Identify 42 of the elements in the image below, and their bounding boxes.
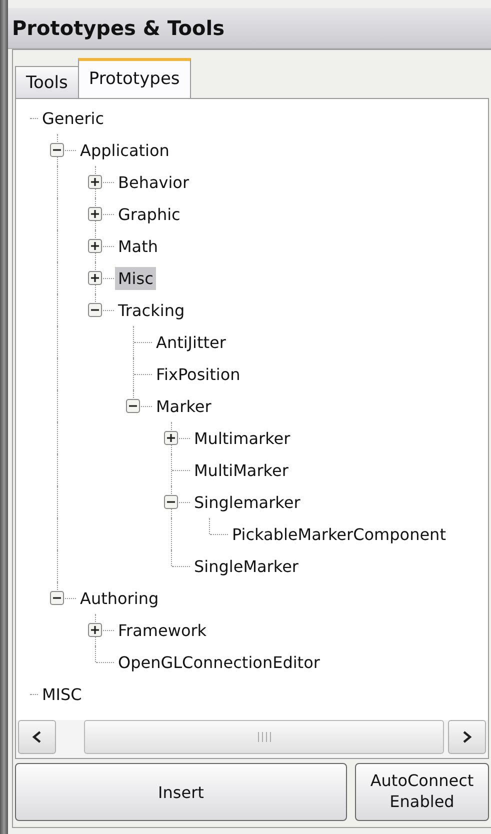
collapse-icon[interactable] — [164, 495, 178, 509]
tree-connector-line — [30, 118, 38, 119]
expand-icon[interactable] — [88, 623, 102, 637]
tree-item[interactable]: Math — [115, 234, 162, 258]
tree-item[interactable]: Tracking — [115, 298, 188, 322]
expand-icon[interactable] — [88, 271, 102, 285]
tab[interactable]: Tools — [15, 66, 79, 98]
tab[interactable]: Prototypes — [78, 58, 191, 98]
tree-item[interactable]: FixPosition — [153, 362, 244, 386]
tree-item[interactable]: AntiJitter — [153, 330, 229, 354]
tree-item[interactable]: Multimarker — [191, 426, 294, 450]
grip-icon — [256, 732, 272, 742]
collapse-icon[interactable] — [50, 143, 64, 157]
tree-item[interactable]: OpenGLConnectionEditor — [115, 650, 323, 674]
scroll-left-button[interactable] — [18, 720, 56, 754]
tree-item[interactable]: PickableMarkerComponent — [229, 522, 449, 546]
tree-item[interactable]: Singlemarker — [191, 490, 304, 514]
scroll-right-button[interactable] — [448, 720, 486, 754]
expand-icon[interactable] — [88, 175, 102, 189]
action-button[interactable]: Insert — [15, 763, 347, 821]
collapse-icon[interactable] — [88, 303, 102, 317]
collapse-icon[interactable] — [126, 399, 140, 413]
tree-item[interactable]: Misc — [115, 266, 156, 290]
tree-item[interactable]: Behavior — [115, 170, 192, 194]
tree-item[interactable]: Authoring — [77, 586, 162, 610]
tree-item[interactable]: Marker — [153, 394, 214, 418]
scroll-thumb[interactable] — [84, 720, 444, 754]
tree-item[interactable]: Generic — [39, 106, 108, 130]
action-button[interactable]: AutoConnect Enabled — [355, 763, 489, 821]
horizontal-scrollbar[interactable] — [16, 720, 488, 758]
tree-item[interactable]: Application — [77, 138, 172, 162]
tree-item[interactable]: MultiMarker — [191, 458, 292, 482]
tree-item[interactable]: Framework — [115, 618, 210, 642]
tree-item[interactable]: Graphic — [115, 202, 184, 226]
expand-icon[interactable] — [164, 431, 178, 445]
expand-icon[interactable] — [88, 239, 102, 253]
tree-connector-line — [30, 694, 38, 695]
panel-title: Prototypes & Tools — [12, 16, 225, 40]
collapse-icon[interactable] — [50, 591, 64, 605]
expand-icon[interactable] — [88, 207, 102, 221]
tree-item[interactable]: SingleMarker — [191, 554, 302, 578]
tree-item[interactable]: MISC — [39, 682, 85, 706]
